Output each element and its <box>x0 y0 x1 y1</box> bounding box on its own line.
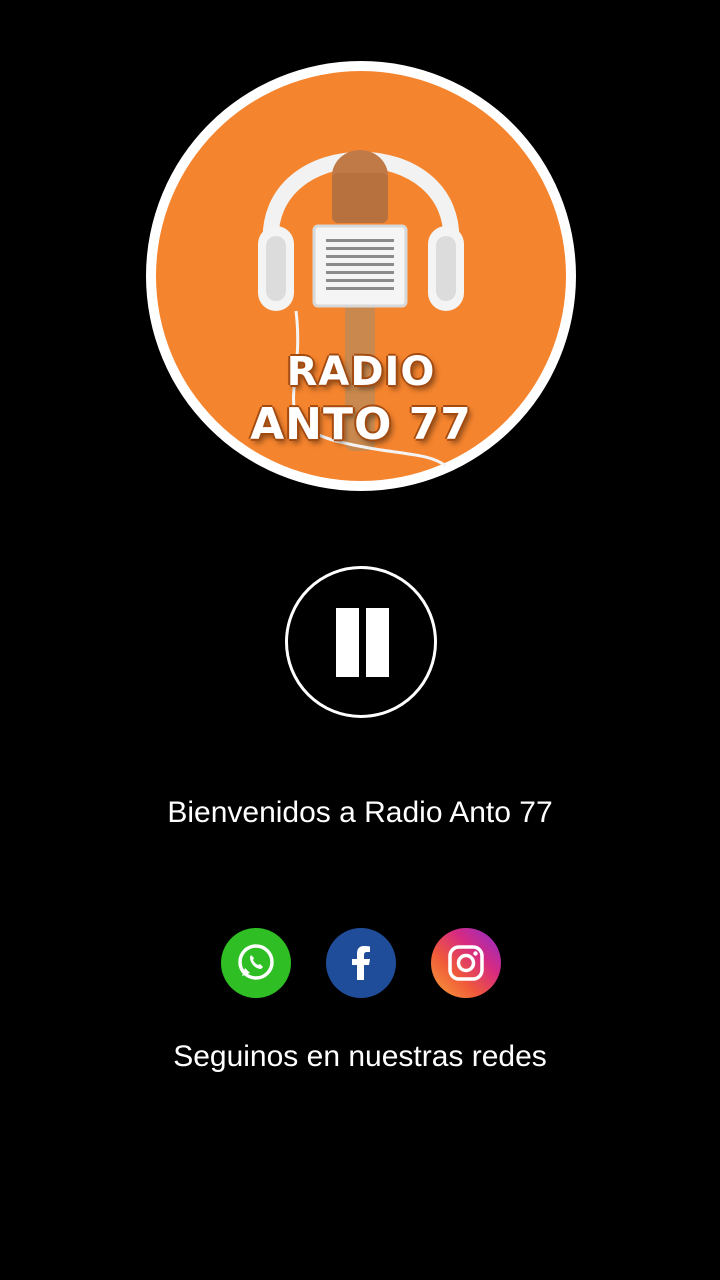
station-logo: RADIO ANTO 77 <box>146 61 576 491</box>
facebook-icon <box>352 946 370 980</box>
whatsapp-button[interactable] <box>221 928 291 998</box>
logo-title-line2: ANTO 77 <box>250 399 472 450</box>
welcome-message: Bienvenidos a Radio Anto 77 <box>167 796 553 829</box>
pause-bar-left <box>336 608 359 677</box>
social-caption: Seguinos en nuestras redes <box>173 1040 547 1073</box>
instagram-button[interactable] <box>431 928 501 998</box>
facebook-button[interactable] <box>326 928 396 998</box>
pause-bar-right <box>366 608 389 677</box>
logo-title-line1: RADIO <box>286 349 436 395</box>
whatsapp-icon <box>238 944 274 980</box>
pause-button[interactable] <box>285 566 437 718</box>
instagram-icon <box>448 945 484 981</box>
